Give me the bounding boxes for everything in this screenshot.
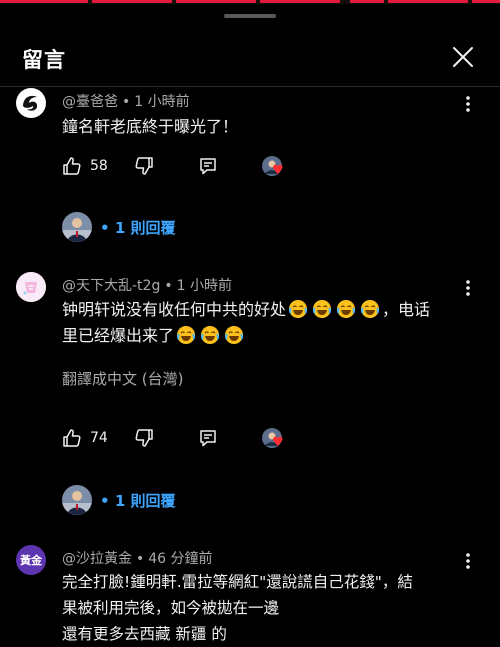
more-button[interactable] — [460, 278, 476, 298]
progress-segment — [176, 0, 256, 3]
comment-text: 钟明轩说没有收任何中共的好处 ，电话 里已经爆出来了 — [62, 297, 472, 349]
progress-segment — [472, 0, 500, 3]
reply-button[interactable] — [198, 154, 218, 178]
avatar[interactable]: 黃金 — [16, 545, 46, 575]
top-progress-strip — [0, 0, 500, 4]
reply-avatar — [62, 212, 92, 242]
translate-link[interactable]: 翻譯成中文 (台灣) — [62, 368, 183, 389]
like-button[interactable]: 58 — [62, 154, 108, 178]
creator-avatar-icon — [62, 485, 92, 515]
more-button[interactable] — [460, 94, 476, 114]
view-replies-button[interactable]: • 1 則回覆 — [62, 484, 175, 516]
thumb-up-icon — [63, 429, 81, 447]
face-with-tears-of-joy-icon — [337, 300, 356, 318]
comment-time: 1 小時前 — [176, 278, 232, 294]
comment-text: 鐘名軒老底終于曝光了！ — [62, 117, 239, 136]
comment-text-line1-end: ，电话 — [382, 300, 431, 319]
progress-segment — [350, 0, 384, 3]
like-count: 74 — [90, 430, 108, 446]
progress-segment — [0, 0, 88, 3]
comment-meta: @沙拉黃金 • 46 分鐘前 — [62, 551, 213, 567]
like-count: 58 — [90, 158, 108, 174]
face-with-tears-of-joy-icon — [177, 326, 196, 344]
close-icon — [453, 47, 473, 67]
replies-count: • 1 則回覆 — [100, 218, 176, 237]
dragon-logo-icon — [17, 89, 45, 117]
pink-avatar-icon — [16, 272, 46, 302]
reply-avatar — [62, 485, 92, 515]
thumb-down-icon — [135, 157, 153, 175]
avatar[interactable] — [16, 272, 46, 302]
comment-time: 1 小時前 — [134, 94, 190, 110]
comment-actions: 58 ♥ — [62, 154, 302, 178]
heart-icon: ♥ — [272, 163, 284, 178]
comment-author[interactable]: @天下大乱-t2g — [62, 278, 160, 294]
more-vert-icon — [466, 96, 470, 112]
heart-icon: ♥ — [272, 435, 284, 450]
page-title: 留言 — [22, 48, 66, 72]
progress-segment — [92, 0, 172, 3]
comment-text-line: 果被利用完後，如今被拋在一邊 — [62, 599, 280, 617]
thumb-down-icon — [135, 429, 153, 447]
comment-icon — [200, 430, 216, 447]
face-with-tears-of-joy-icon — [361, 300, 380, 318]
drag-handle[interactable] — [224, 14, 276, 18]
progress-segment — [388, 0, 468, 3]
comment-time: 46 分鐘前 — [148, 551, 213, 567]
avatar[interactable] — [16, 88, 46, 118]
replies-label: 1 則回覆 — [114, 218, 176, 237]
replies-count: • 1 則回覆 — [100, 491, 176, 510]
comment-meta: @天下大乱-t2g • 1 小時前 — [62, 278, 232, 294]
progress-segment — [260, 0, 340, 3]
comment-meta: @臺爸爸 • 1 小時前 — [62, 94, 190, 110]
replies-label: 1 則回覆 — [114, 491, 176, 510]
face-with-tears-of-joy-icon — [225, 326, 244, 344]
more-vert-icon — [466, 553, 470, 569]
comment-text-line: 還有更多去西藏 新疆 的 — [62, 625, 227, 643]
face-with-tears-of-joy-icon — [313, 300, 332, 318]
comment-author[interactable]: @沙拉黃金 — [62, 551, 132, 567]
header-divider — [0, 86, 500, 87]
thumb-up-icon — [63, 157, 81, 175]
comment-author[interactable]: @臺爸爸 — [62, 94, 118, 110]
comment-text-line1: 钟明轩说没有收任何中共的好处 — [62, 300, 287, 319]
comment-icon — [200, 158, 216, 175]
creator-avatar-icon — [62, 212, 92, 242]
dislike-button[interactable] — [134, 426, 154, 450]
reply-button[interactable] — [198, 426, 218, 450]
more-button[interactable] — [460, 551, 476, 571]
dislike-button[interactable] — [134, 154, 154, 178]
view-replies-button[interactable]: • 1 則回覆 — [62, 211, 175, 243]
comment-text-line: 完全打臉!鍾明軒.雷拉等網紅"還說謊自己花錢"，結 — [62, 573, 413, 591]
comment-text-line2: 里已经爆出来了 — [62, 326, 175, 345]
face-with-tears-of-joy-icon — [201, 326, 220, 344]
face-with-tears-of-joy-icon — [289, 300, 308, 318]
like-button[interactable]: 74 — [62, 426, 108, 450]
more-vert-icon — [466, 280, 470, 296]
comment-text: 完全打臉!鍾明軒.雷拉等網紅"還說謊自己花錢"，結 果被利用完後，如今被拋在一邊… — [62, 569, 482, 647]
comment-actions: 74 ♥ — [62, 426, 302, 450]
close-button[interactable] — [450, 44, 476, 70]
